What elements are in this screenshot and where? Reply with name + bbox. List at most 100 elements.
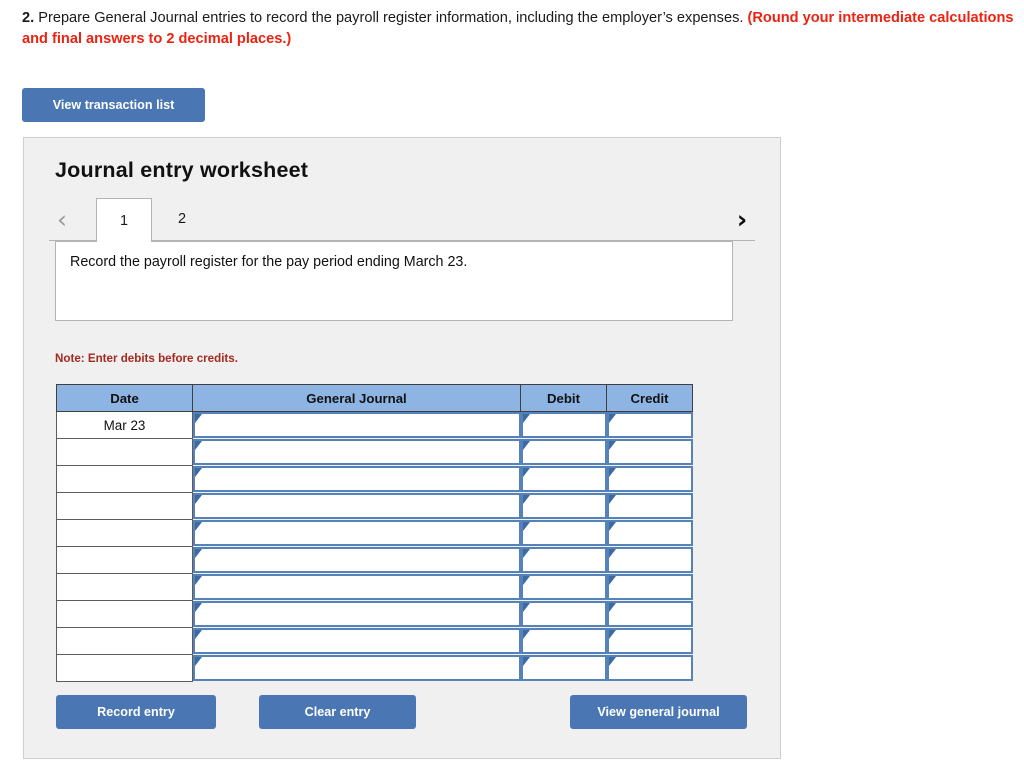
general-journal-field[interactable]	[193, 466, 521, 492]
debit-field-cell	[520, 546, 607, 574]
debit-field-cell	[520, 627, 607, 655]
debit-field[interactable]	[520, 628, 607, 654]
credit-field[interactable]	[606, 601, 693, 627]
debit-field[interactable]	[520, 439, 607, 465]
general-journal-field-cell	[192, 573, 521, 601]
date-cell[interactable]	[56, 627, 193, 655]
date-cell[interactable]	[56, 492, 193, 520]
table-row	[56, 654, 693, 682]
credit-field[interactable]	[606, 574, 693, 600]
debit-field[interactable]	[520, 493, 607, 519]
general-journal-field-cell	[192, 546, 521, 574]
column-header-credit: Credit	[606, 384, 693, 412]
tab-1-label: 1	[119, 212, 129, 229]
debit-field[interactable]	[520, 466, 607, 492]
debit-field-cell	[520, 465, 607, 493]
table-row	[56, 492, 693, 520]
chevron-right-icon[interactable]: ›	[729, 201, 755, 237]
general-journal-field[interactable]	[193, 412, 521, 439]
date-cell[interactable]	[56, 573, 193, 601]
general-journal-field[interactable]	[193, 439, 521, 465]
date-cell[interactable]	[56, 546, 193, 574]
credit-field[interactable]	[606, 493, 693, 519]
debit-field[interactable]	[520, 655, 607, 681]
tab-2-label: 2	[177, 211, 187, 227]
debits-before-credits-note: Note: Enter debits before credits.	[55, 352, 238, 365]
general-journal-field-cell	[192, 465, 521, 493]
credit-field-cell	[606, 519, 693, 547]
credit-field-cell	[606, 411, 693, 439]
debit-field-cell	[520, 411, 607, 439]
debit-field[interactable]	[520, 574, 607, 600]
table-header-row: Date General Journal Debit Credit	[56, 384, 693, 412]
table-row	[56, 438, 693, 466]
date-cell[interactable]	[56, 438, 193, 466]
credit-field[interactable]	[606, 466, 693, 492]
record-entry-button[interactable]: Record entry	[56, 695, 216, 729]
credit-field-cell	[606, 600, 693, 628]
table-row: Mar 23	[56, 411, 693, 439]
table-row	[56, 600, 693, 628]
debit-field[interactable]	[520, 547, 607, 573]
debit-field[interactable]	[520, 520, 607, 546]
credit-field-cell	[606, 627, 693, 655]
journal-entry-worksheet-panel: Journal entry worksheet ‹ 1 2 › Record t…	[23, 137, 781, 759]
tab-strip: ‹ 1 2 ›	[49, 198, 755, 242]
debit-field-cell	[520, 600, 607, 628]
credit-field[interactable]	[606, 655, 693, 681]
instruction-box: Record the payroll register for the pay …	[55, 241, 733, 321]
credit-field-cell	[606, 465, 693, 493]
date-cell[interactable]	[56, 654, 193, 682]
tab-1[interactable]: 1	[96, 198, 152, 242]
general-journal-field[interactable]	[193, 655, 521, 681]
debit-field-cell	[520, 492, 607, 520]
general-journal-field-cell	[192, 492, 521, 520]
column-header-date: Date	[56, 384, 193, 412]
general-journal-table: Date General Journal Debit Credit Mar 23	[56, 384, 693, 682]
table-body: Mar 23	[56, 411, 693, 682]
table-row	[56, 519, 693, 547]
chevron-left-icon[interactable]: ‹	[49, 201, 75, 237]
tab-strip-divider	[49, 240, 755, 241]
credit-field-cell	[606, 654, 693, 682]
credit-field[interactable]	[606, 628, 693, 654]
debit-field-cell	[520, 519, 607, 547]
table-row	[56, 573, 693, 601]
column-header-debit: Debit	[520, 384, 607, 412]
active-tab-notch	[97, 240, 151, 242]
date-cell[interactable]: Mar 23	[56, 411, 193, 439]
general-journal-field-cell	[192, 411, 521, 439]
date-cell[interactable]	[56, 519, 193, 547]
general-journal-field-cell	[192, 519, 521, 547]
general-journal-field-cell	[192, 627, 521, 655]
credit-field[interactable]	[606, 547, 693, 573]
credit-field-cell	[606, 492, 693, 520]
table-row	[56, 546, 693, 574]
credit-field-cell	[606, 438, 693, 466]
table-row	[56, 465, 693, 493]
general-journal-field[interactable]	[193, 520, 521, 546]
debit-field[interactable]	[520, 601, 607, 627]
credit-field[interactable]	[606, 412, 693, 439]
date-cell[interactable]	[56, 465, 193, 493]
credit-field[interactable]	[606, 439, 693, 465]
page-title: Journal entry worksheet	[55, 158, 309, 182]
question-prompt: 2. Prepare General Journal entries to re…	[22, 8, 1014, 50]
clear-entry-button[interactable]: Clear entry	[259, 695, 416, 729]
general-journal-field[interactable]	[193, 547, 521, 573]
general-journal-field[interactable]	[193, 574, 521, 600]
general-journal-field-cell	[192, 600, 521, 628]
general-journal-field[interactable]	[193, 601, 521, 627]
question-text: Prepare General Journal entries to recor…	[38, 10, 744, 26]
debit-field-cell	[520, 573, 607, 601]
debit-field[interactable]	[520, 412, 607, 439]
debit-field-cell	[520, 438, 607, 466]
debit-field-cell	[520, 654, 607, 682]
view-transaction-list-button[interactable]: View transaction list	[22, 88, 205, 122]
general-journal-field[interactable]	[193, 628, 521, 654]
view-general-journal-button[interactable]: View general journal	[570, 695, 747, 729]
credit-field[interactable]	[606, 520, 693, 546]
tab-2[interactable]: 2	[161, 198, 203, 240]
date-cell[interactable]	[56, 600, 193, 628]
general-journal-field[interactable]	[193, 493, 521, 519]
